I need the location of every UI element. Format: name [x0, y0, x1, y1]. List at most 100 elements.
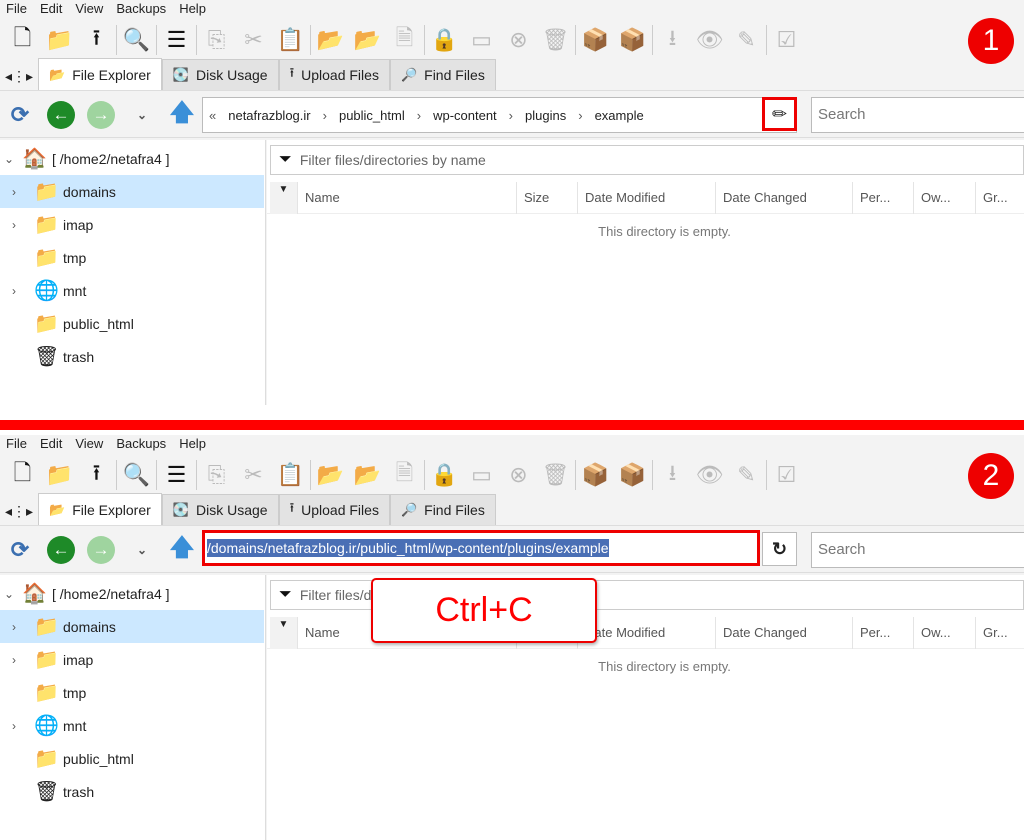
tree-item-imap[interactable]: › 📁 imap	[0, 643, 264, 676]
tab-find-files[interactable]: 🔎 Find Files	[389, 494, 496, 525]
chevron-down-icon[interactable]: ⌄	[4, 587, 14, 601]
forward-icon[interactable]: →	[87, 101, 115, 129]
tab-disk-usage[interactable]: 💽 Disk Usage	[161, 494, 279, 525]
breadcrumb-item[interactable]: example	[595, 108, 644, 123]
delete-icon[interactable]: ⊗	[500, 24, 537, 56]
select-all-icon[interactable]: ☰	[158, 24, 195, 56]
chevron-right-icon[interactable]: ›	[12, 620, 16, 634]
cut-icon[interactable]: ✂	[235, 459, 272, 491]
trash-icon[interactable]: 🗑	[537, 459, 574, 491]
chevron-right-icon[interactable]: ›	[578, 108, 582, 123]
go-button[interactable]: ↻	[762, 532, 797, 566]
tab-find-files[interactable]: 🔎 Find Files	[389, 59, 496, 90]
sort-arrow-icon[interactable]: ▼	[270, 182, 297, 214]
rename-file-icon[interactable]: 🗎	[386, 24, 423, 56]
new-folder-icon[interactable]: 📁	[41, 459, 78, 491]
column-4[interactable]: Per...	[852, 617, 913, 649]
tab-file-explorer[interactable]: 📂 File Explorer	[38, 58, 162, 90]
tree-item-mnt[interactable]: › 🌐 mnt	[0, 709, 264, 742]
tab-scroll-icon[interactable]: ◂⋮▸	[0, 497, 38, 525]
tree-item-domains[interactable]: › 📁 domains	[0, 610, 264, 643]
breadcrumb-item[interactable]: netafrazblog.ir	[228, 108, 310, 123]
column-0[interactable]: Name	[297, 182, 516, 214]
up-arrow-icon[interactable]: 🡅	[168, 99, 196, 129]
column-3[interactable]: Date Changed	[715, 182, 852, 214]
tree-item-trash[interactable]: 🗑 trash	[0, 340, 264, 373]
menu-view[interactable]: View	[75, 435, 103, 453]
compress-icon[interactable]: 📦	[577, 24, 614, 56]
history-dropdown-icon[interactable]: ⌄	[128, 536, 156, 564]
tree-item-tmp[interactable]: 📁 tmp	[0, 241, 264, 274]
tab-scroll-icon[interactable]: ◂⋮▸	[0, 62, 38, 90]
menu-backups[interactable]: Backups	[116, 435, 166, 453]
delete-icon[interactable]: ⊗	[500, 459, 537, 491]
search-input[interactable]: Search	[811, 532, 1024, 568]
menu-help[interactable]: Help	[179, 435, 206, 453]
path-input[interactable]: /domains/netafrazblog.ir/public_html/wp-…	[202, 530, 760, 566]
tree-item-public_html[interactable]: 📁 public_html	[0, 307, 264, 340]
tree-root[interactable]: ⌄ 🏠[ /home2/netafra4 ]	[0, 142, 264, 175]
copy-icon[interactable]: ⎘	[198, 459, 235, 491]
tab-file-explorer[interactable]: 📂 File Explorer	[38, 493, 162, 525]
column-3[interactable]: Date Changed	[715, 617, 852, 649]
chevron-right-icon[interactable]: ›	[12, 719, 16, 733]
copy-icon[interactable]: ⎘	[198, 24, 235, 56]
sort-arrow-icon[interactable]: ▼	[270, 617, 297, 649]
new-file-icon[interactable]: 🗋	[4, 24, 41, 56]
tab-upload-files[interactable]: ⭱ Upload Files	[278, 59, 390, 90]
refresh-icon[interactable]: ⟳	[6, 101, 34, 129]
tree-item-domains[interactable]: › 📁 domains	[0, 175, 264, 208]
copy-to-icon[interactable]: 📂	[349, 24, 386, 56]
permissions-icon[interactable]: 🔒	[426, 24, 463, 56]
tree-item-mnt[interactable]: › 🌐 mnt	[0, 274, 264, 307]
breadcrumb-item[interactable]: wp-content	[433, 108, 497, 123]
rename-icon[interactable]: ▭	[463, 24, 500, 56]
download-icon[interactable]: ⭳	[654, 24, 691, 56]
tree-item-imap[interactable]: › 📁 imap	[0, 208, 264, 241]
view-icon[interactable]: 👁	[691, 459, 728, 491]
menu-help[interactable]: Help	[179, 0, 206, 18]
select-all-icon[interactable]: ☰	[158, 459, 195, 491]
chevron-right-icon[interactable]: ›	[12, 284, 16, 298]
search-icon[interactable]: 🔍	[118, 24, 155, 56]
search-icon[interactable]: 🔍	[118, 459, 155, 491]
chevron-right-icon[interactable]: ›	[509, 108, 513, 123]
tree-item-public_html[interactable]: 📁 public_html	[0, 742, 264, 775]
column-6[interactable]: Gr...	[975, 182, 1024, 214]
back-icon[interactable]: ←	[47, 101, 75, 129]
history-dropdown-icon[interactable]: ⌄	[128, 101, 156, 129]
column-5[interactable]: Ow...	[913, 182, 975, 214]
upload-icon[interactable]: ⭱	[78, 459, 115, 491]
back-icon[interactable]: ←	[47, 536, 75, 564]
column-2[interactable]: Date Modified	[577, 617, 715, 649]
paste-icon[interactable]: 📋	[272, 459, 309, 491]
trash-icon[interactable]: 🗑	[537, 24, 574, 56]
move-icon[interactable]: 📂	[312, 459, 349, 491]
chevron-right-icon[interactable]: ›	[12, 218, 16, 232]
chevron-down-icon[interactable]: ⌄	[4, 152, 14, 166]
menu-edit[interactable]: Edit	[40, 435, 62, 453]
menu-file[interactable]: File	[6, 0, 27, 18]
tree-item-trash[interactable]: 🗑 trash	[0, 775, 264, 808]
menu-view[interactable]: View	[75, 0, 103, 18]
rename-file-icon[interactable]: 🗎	[386, 459, 423, 491]
search-input[interactable]: Search	[811, 97, 1024, 133]
breadcrumb-item[interactable]: public_html	[339, 108, 405, 123]
permissions-icon[interactable]: 🔒	[426, 459, 463, 491]
paste-icon[interactable]: 📋	[272, 24, 309, 56]
chevron-right-icon[interactable]: ›	[417, 108, 421, 123]
edit-path-button[interactable]: ✏	[762, 97, 797, 131]
rename-icon[interactable]: ▭	[463, 459, 500, 491]
breadcrumb-overflow[interactable]: «	[209, 108, 216, 123]
chevron-right-icon[interactable]: ›	[323, 108, 327, 123]
new-file-icon[interactable]: 🗋	[4, 459, 41, 491]
tab-disk-usage[interactable]: 💽 Disk Usage	[161, 59, 279, 90]
menu-file[interactable]: File	[6, 435, 27, 453]
copy-to-icon[interactable]: 📂	[349, 459, 386, 491]
up-arrow-icon[interactable]: 🡅	[168, 534, 196, 564]
checklist-icon[interactable]: ☑	[768, 459, 805, 491]
tree-item-tmp[interactable]: 📁 tmp	[0, 676, 264, 709]
upload-icon[interactable]: ⭱	[78, 24, 115, 56]
compress-icon[interactable]: 📦	[577, 459, 614, 491]
column-4[interactable]: Per...	[852, 182, 913, 214]
